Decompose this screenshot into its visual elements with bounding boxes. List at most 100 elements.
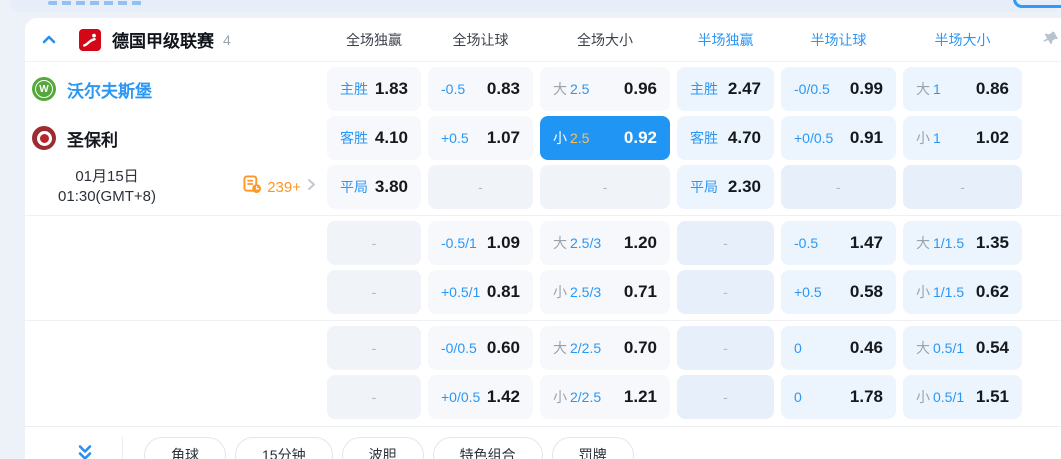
odds-value: 1.35: [975, 233, 1009, 252]
league-match-count: 4: [223, 31, 231, 48]
column-header-2: 全场让球: [452, 31, 509, 48]
odds-selection: 大 2.5: [553, 79, 589, 99]
odds-label: 2/2.5: [570, 389, 602, 405]
odds-cell[interactable]: 小 0.5/1 1.51: [903, 375, 1022, 419]
odds-cell[interactable]: +0.5/1 0.81: [428, 270, 533, 314]
collapse-chevron-up-icon[interactable]: [40, 31, 58, 49]
odds-value: 0.58: [849, 282, 883, 301]
odds-cell[interactable]: 小 1/1.5 0.62: [903, 270, 1022, 314]
odds-cell[interactable]: +0/0.5 0.91: [781, 116, 896, 160]
odds-label: 主胜: [690, 81, 718, 97]
odds-value: 0.71: [623, 282, 657, 301]
odds-cell[interactable]: -0/0.5 0.60: [428, 326, 533, 370]
odds-cell[interactable]: 客胜 4.70: [677, 116, 774, 160]
dash: -: [602, 179, 608, 195]
odds-selection: -0.5: [794, 235, 818, 251]
expand-double-chevron-down-icon[interactable]: [75, 443, 95, 459]
empty-odds-cell: -: [677, 270, 774, 314]
pin-icon[interactable]: [1043, 30, 1059, 46]
odds-cell[interactable]: 主胜 2.47: [677, 67, 774, 111]
line-prefix: 大: [553, 81, 567, 97]
market-tab-1[interactable]: 角球: [144, 437, 226, 459]
market-tab-2[interactable]: 15分钟: [235, 437, 333, 459]
odds-cell[interactable]: +0.5 0.58: [781, 270, 896, 314]
home-team-name: 沃尔夫斯堡: [67, 81, 152, 101]
odds-cell[interactable]: 大 2.5 0.96: [540, 67, 670, 111]
odds-selection: -0/0.5: [441, 340, 477, 356]
odds-value: 0.62: [975, 282, 1009, 301]
odds-value: 4.70: [727, 128, 761, 147]
chevron-right-icon: [306, 178, 317, 196]
odds-cell[interactable]: 0 1.78: [781, 375, 896, 419]
odds-selection: 大 2/2.5: [553, 338, 601, 358]
odds-cell[interactable]: 平局 2.30: [677, 165, 774, 209]
odds-cell[interactable]: 大 0.5/1 0.54: [903, 326, 1022, 370]
odds-cell[interactable]: -0.5 0.83: [428, 67, 533, 111]
odds-cell[interactable]: 大 1 0.86: [903, 67, 1022, 111]
odds-selection: 0: [794, 340, 802, 356]
empty-odds-cell: -: [327, 375, 421, 419]
odds-cell[interactable]: -0.5 1.47: [781, 221, 896, 265]
odds-value: 0.70: [623, 338, 657, 357]
odds-label: -0/0.5: [794, 81, 830, 97]
odds-label: 1: [933, 81, 941, 97]
more-markets-link[interactable]: 239+: [243, 175, 317, 199]
odds-cell[interactable]: 大 1/1.5 1.35: [903, 221, 1022, 265]
odds-value: 0.46: [849, 338, 883, 357]
odds-value: 0.83: [486, 79, 520, 98]
odds-value: 1.21: [623, 387, 657, 406]
odds-value: 1.09: [486, 233, 520, 252]
odds-value: 0.54: [975, 338, 1009, 357]
odds-cell[interactable]: +0.5 1.07: [428, 116, 533, 160]
bundesliga-logo-icon: [79, 28, 101, 51]
match-time: 01:30(GMT+8): [58, 188, 156, 205]
line-prefix: 大: [916, 81, 930, 97]
league-match-card: 德国甲级联赛 4 全场独赢 全场让球 全场大小 半场独赢 半场让球 半场大小 W 沃尔夫斯…: [25, 18, 1061, 459]
odds-value: 0.86: [975, 79, 1009, 98]
odds-cell[interactable]: 大 2/2.5 0.70: [540, 326, 670, 370]
line-prefix: 大: [553, 235, 567, 251]
odds-cell[interactable]: 0 0.46: [781, 326, 896, 370]
odds-cell[interactable]: -0.5/1 1.09: [428, 221, 533, 265]
odds-selection: +0.5: [441, 130, 469, 146]
market-tab-3[interactable]: 波胆: [341, 437, 424, 459]
market-tab-5[interactable]: 罚牌: [551, 437, 634, 459]
dash: -: [723, 284, 728, 300]
line-prefix: 大: [553, 340, 567, 356]
odds-cell[interactable]: 客胜 4.10: [327, 116, 421, 160]
odds-label: 2.5: [570, 81, 590, 97]
odds-value: 0.81: [486, 282, 520, 301]
away-team-row[interactable]: 圣保利: [25, 116, 327, 160]
match-info-column: W 沃尔夫斯堡 圣保利 01月15日 01:30(GMT+8) 239+: [25, 67, 327, 209]
dash: -: [960, 179, 965, 195]
odds-label: 客胜: [340, 130, 368, 146]
odds-cell[interactable]: -0/0.5 0.99: [781, 67, 896, 111]
odds-selection: +0/0.5: [441, 389, 480, 405]
odds-label: 1: [933, 130, 941, 146]
match-date: 01月15日: [75, 167, 139, 185]
odds-cell[interactable]: 大 2.5/3 1.20: [540, 221, 670, 265]
dash: -: [371, 340, 377, 356]
odds-cell[interactable]: 平局 3.80: [327, 165, 421, 209]
odds-selection: 平局: [340, 177, 368, 197]
expand-bar: 角球 15分钟 波胆 特色组合 罚牌: [25, 426, 1061, 459]
market-tab-4[interactable]: 特色组合: [432, 437, 543, 459]
odds-label: 平局: [690, 179, 718, 195]
odds-label: +0.5: [794, 284, 822, 300]
league-title-group: 德国甲级联赛 4: [25, 27, 327, 52]
odds-grid-tertiary: - -0/0.5 0.60 大 2/2.5 0.70-0 0.46 大 0.5/1 0.54- +0…: [327, 326, 1022, 419]
odds-cell[interactable]: +0/0.5 1.42: [428, 375, 533, 419]
odds-cell[interactable]: 小 2.5 0.92: [540, 116, 670, 160]
odds-cell[interactable]: 小 2/2.5 1.21: [540, 375, 670, 419]
clipped-blue-tab-fragment: [1013, 0, 1061, 8]
home-team-row[interactable]: W 沃尔夫斯堡: [25, 67, 327, 111]
extra-market-tabs: 角球 15分钟 波胆 特色组合 罚牌: [144, 437, 634, 459]
odds-cell[interactable]: 主胜 1.83: [327, 67, 421, 111]
odds-label: 0: [794, 389, 802, 405]
odds-cell[interactable]: 小 1 1.02: [903, 116, 1022, 160]
odds-selection: 大1: [916, 79, 941, 99]
odds-selection: -0/0.5: [794, 81, 830, 97]
line-prefix: 小: [916, 284, 930, 300]
odds-selection: 大 0.5/1: [916, 338, 964, 358]
odds-cell[interactable]: 小 2.5/3 0.71: [540, 270, 670, 314]
